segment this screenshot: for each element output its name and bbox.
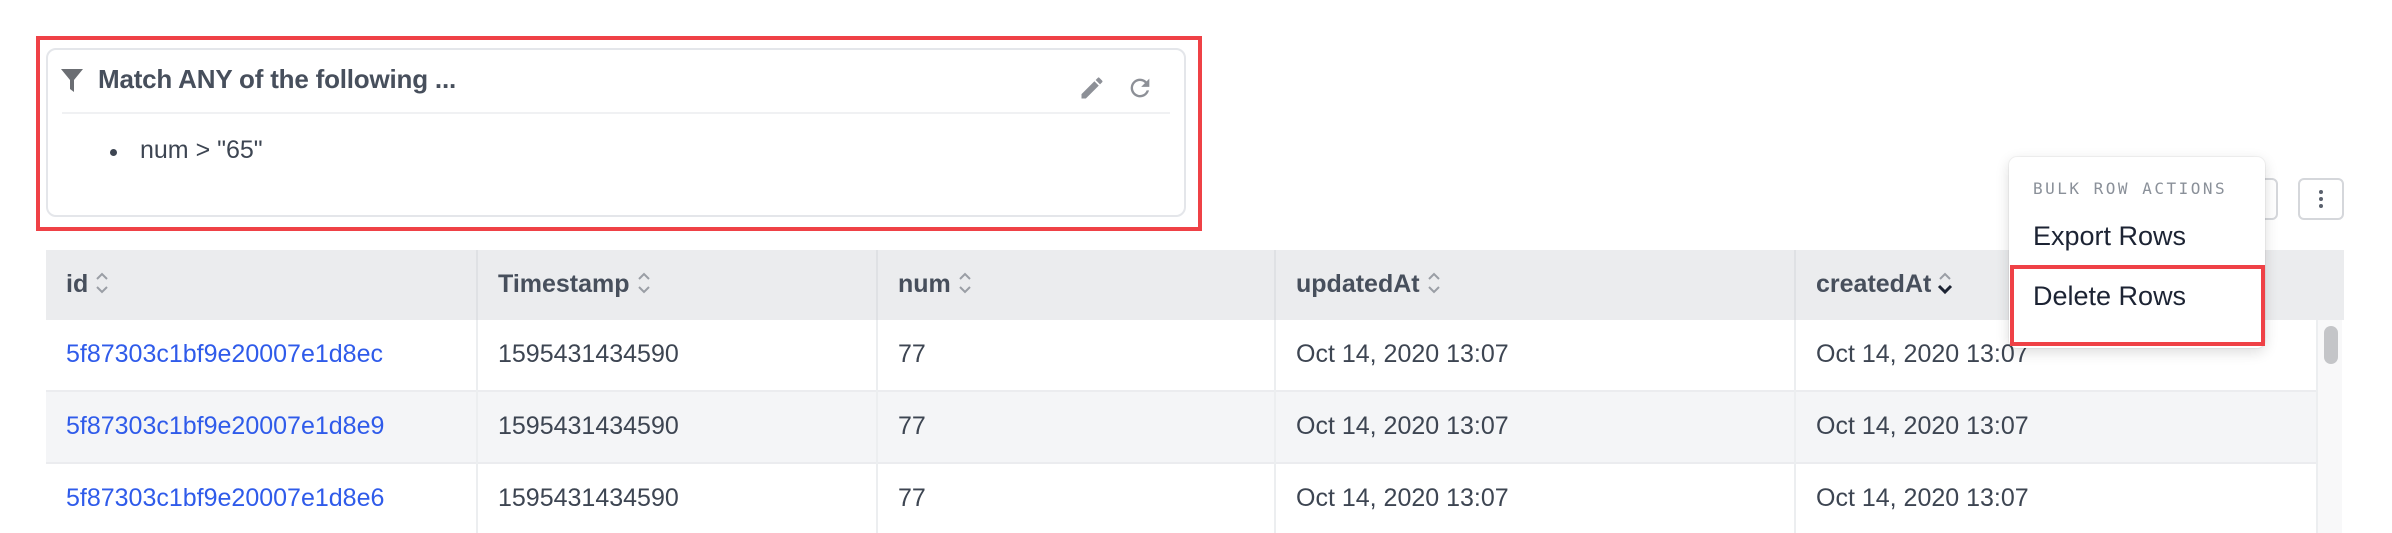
column-header-updatedat[interactable]: updatedAt <box>1274 250 1794 320</box>
column-label: createdAt <box>1816 270 1932 298</box>
column-label: updatedAt <box>1296 270 1420 298</box>
column-header-timestamp[interactable]: Timestamp <box>476 250 876 320</box>
cell-updatedat: Oct 14, 2020 13:07 <box>1296 484 1509 512</box>
scrollbar-thumb[interactable] <box>2324 326 2338 364</box>
column-label: num <box>898 270 951 298</box>
cell-timestamp: 1595431434590 <box>498 484 679 512</box>
filter-highlight-box <box>36 36 1202 231</box>
menu-heading: BULK ROW ACTIONS <box>2033 179 2228 198</box>
cell-num: 77 <box>898 412 926 440</box>
delete-rows-highlight-box <box>2010 265 2265 346</box>
cell-timestamp: 1595431434590 <box>498 412 679 440</box>
cell-createdat: Oct 14, 2020 13:07 <box>1816 484 2029 512</box>
sort-icon[interactable] <box>94 270 110 296</box>
cell-timestamp: 1595431434590 <box>498 340 679 368</box>
table-header: id Timestamp num updatedAt createdAt <box>46 250 2344 320</box>
export-rows-menu-item[interactable]: Export Rows <box>2009 207 2265 269</box>
cell-updatedat: Oct 14, 2020 13:07 <box>1296 340 1509 368</box>
cell-num: 77 <box>898 484 926 512</box>
cell-createdat: Oct 14, 2020 13:07 <box>1816 340 2029 368</box>
column-label: id <box>66 270 89 298</box>
cell-num: 77 <box>898 340 926 368</box>
cell-updatedat: Oct 14, 2020 13:07 <box>1296 412 1509 440</box>
more-actions-button[interactable] <box>2298 178 2344 220</box>
sort-icon[interactable] <box>636 270 652 296</box>
table-row[interactable]: 5f87303c1bf9e20007e1d8ec 1595431434590 7… <box>46 320 2316 392</box>
kebab-menu-icon <box>2319 190 2323 208</box>
table-row[interactable]: 5f87303c1bf9e20007e1d8e6 1595431434590 7… <box>46 464 2316 533</box>
table-row[interactable]: 5f87303c1bf9e20007e1d8e9 1595431434590 7… <box>46 392 2316 464</box>
row-id-link[interactable]: 5f87303c1bf9e20007e1d8ec <box>66 340 383 369</box>
column-label: Timestamp <box>498 270 630 298</box>
vertical-scrollbar[interactable] <box>2316 320 2342 533</box>
column-header-id[interactable]: id <box>46 250 476 320</box>
sort-descending-icon[interactable] <box>1937 270 1953 296</box>
sort-icon[interactable] <box>957 270 973 296</box>
row-id-link[interactable]: 5f87303c1bf9e20007e1d8e6 <box>66 484 384 513</box>
menu-item-label: Export Rows <box>2033 221 2187 251</box>
column-header-num[interactable]: num <box>876 250 1274 320</box>
sort-icon[interactable] <box>1426 270 1442 296</box>
cell-createdat: Oct 14, 2020 13:07 <box>1816 412 2029 440</box>
row-id-link[interactable]: 5f87303c1bf9e20007e1d8e9 <box>66 412 384 441</box>
